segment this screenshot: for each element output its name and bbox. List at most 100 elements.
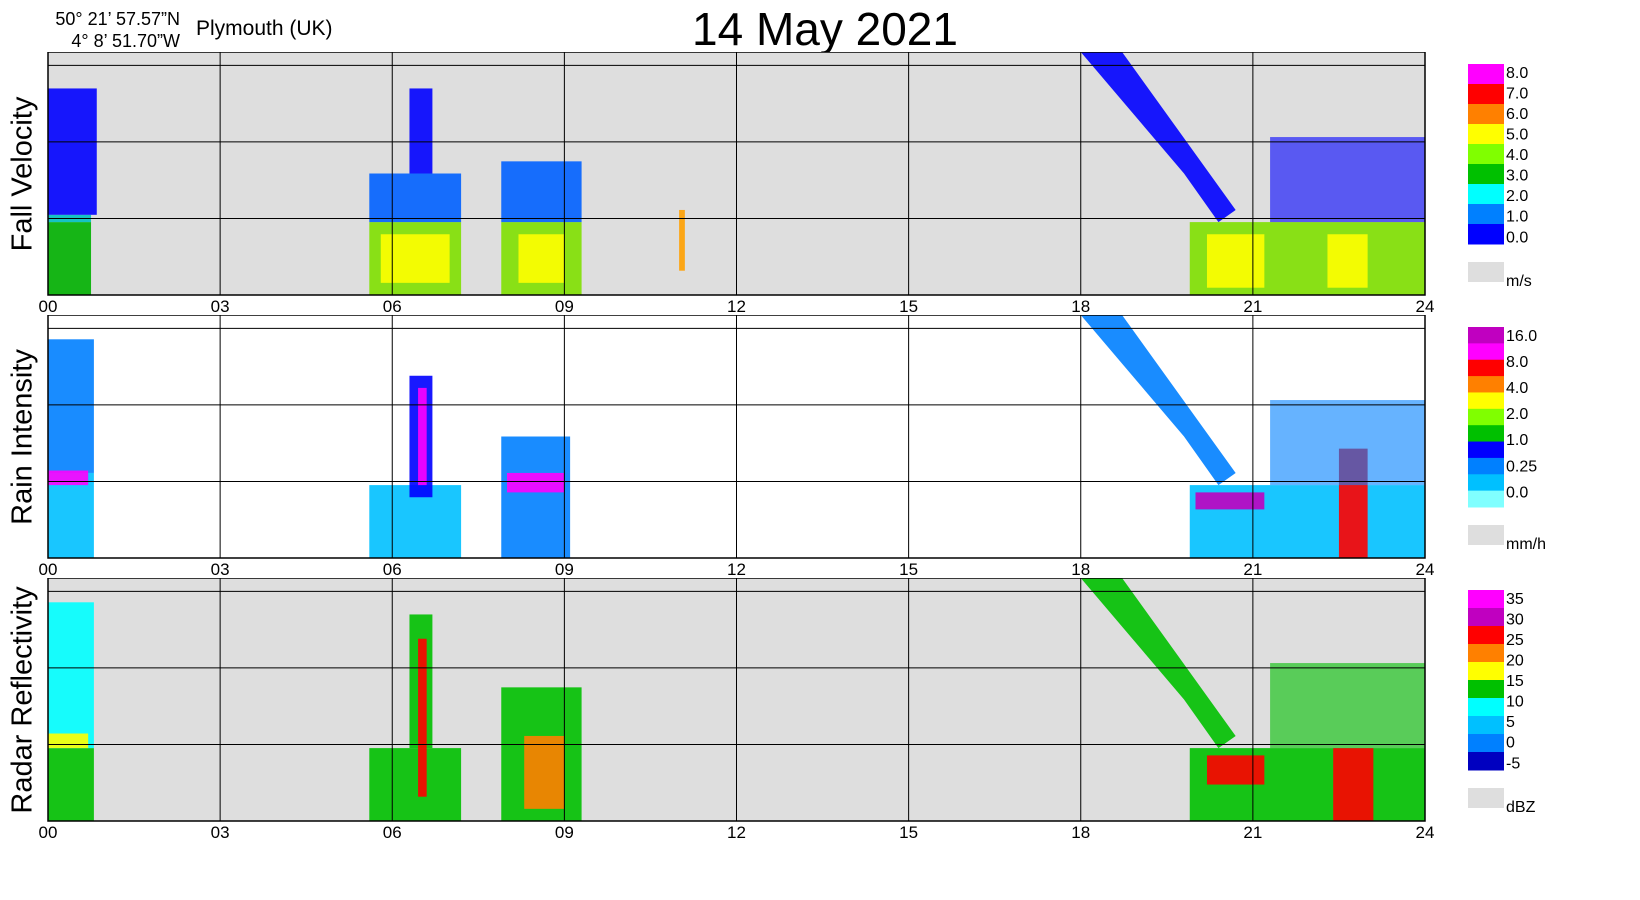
date-title: 14 May 2021: [692, 3, 958, 55]
colorbar-label: 0.0: [1506, 229, 1528, 246]
x-tick-label: 09: [555, 823, 574, 840]
no-data-swatch: [1468, 525, 1504, 545]
x-tick-label: 03: [211, 823, 230, 840]
colorbar-label: 20: [1506, 653, 1524, 670]
colorbar-swatch: [1468, 184, 1504, 205]
colorbar-swatch: [1468, 64, 1504, 85]
x-tick-label: 06: [383, 560, 402, 577]
x-tick-label: 24: [1416, 823, 1435, 840]
colorbar-swatch: [1468, 680, 1504, 699]
no-data-swatch: [1468, 262, 1504, 282]
colorbar-label: 16.0: [1506, 328, 1537, 345]
data-cell-13: [1327, 234, 1368, 288]
data-cell-0: [48, 222, 92, 295]
radar-reflectivity-panel: 00 03 06 09 12 15 18 21 24 35 30 25 20 15 10 5 0 -5 dBZ: [39, 578, 1536, 840]
colorbar-label: 2.0: [1506, 406, 1528, 423]
data-cell-11-b: [1270, 663, 1425, 749]
data-cell-2: [48, 733, 89, 749]
colorbar-swatch: [1468, 104, 1504, 125]
data-cell-14-b: [1270, 137, 1425, 223]
x-tick-label: 18: [1071, 560, 1090, 577]
data-cell-10: [1333, 748, 1374, 821]
x-tick-label: 12: [727, 823, 746, 840]
colorbar-swatch: [1468, 376, 1504, 393]
colorbar-label: 5: [1506, 714, 1515, 731]
x-tick-label: 06: [383, 823, 402, 840]
data-cell-9: [1206, 755, 1265, 785]
colorbar-swatch: [1468, 716, 1504, 735]
x-tick-label: 00: [39, 560, 58, 577]
data-cell-6: [501, 436, 571, 558]
data-cell-4: [380, 234, 450, 283]
data-cell-8: [518, 234, 565, 283]
colorbar-label: 3.0: [1506, 168, 1528, 185]
colorbar-swatch: [1468, 144, 1504, 165]
data-cell-1: [48, 602, 94, 749]
colorbar-swatch: [1468, 752, 1504, 771]
colorbar-swatch: [1468, 590, 1504, 609]
colorbar-swatch: [1468, 457, 1504, 475]
colorbar-swatch: [1468, 224, 1504, 245]
colorbar-label: 0: [1506, 735, 1515, 752]
data-cell-2: [48, 470, 89, 486]
data-cell-5: [418, 387, 427, 486]
x-tick-label: 09: [555, 560, 574, 577]
x-tick-label: 21: [1243, 823, 1262, 840]
colorbar-label: 35: [1506, 591, 1524, 608]
colorbar-label: 7.0: [1506, 86, 1528, 103]
colorbar-swatch: [1468, 204, 1504, 225]
x-tick-label: 03: [211, 560, 230, 577]
data-cell-2: [48, 88, 97, 215]
data-cell-11-b: [1270, 400, 1425, 486]
colorbar-swatch: [1468, 84, 1504, 105]
colorbar-swatch: [1468, 124, 1504, 145]
colorbar-swatch: [1468, 425, 1504, 443]
colorbar-swatch: [1468, 474, 1504, 492]
x-tick-label: 15: [899, 560, 918, 577]
colorbar-label: 2.0: [1506, 188, 1528, 205]
colorbar-swatch: [1468, 644, 1504, 663]
colorbar-label: 4.0: [1506, 380, 1528, 397]
colorbar-swatch: [1468, 734, 1504, 753]
colorbar-swatch: [1468, 327, 1504, 344]
x-tick-label: 24: [1416, 560, 1435, 577]
colorbar-swatch: [1468, 608, 1504, 627]
colorbar-label: 5.0: [1506, 127, 1528, 144]
x-tick-label: 06: [383, 297, 402, 314]
x-tick-label: 03: [211, 297, 230, 314]
colorbar-label: 4.0: [1506, 147, 1528, 164]
colorbar-swatch: [1468, 698, 1504, 717]
colorbar-unit: mm/h: [1506, 536, 1546, 553]
colorbar-swatch: [1468, 392, 1504, 410]
data-cell-3: [369, 748, 462, 821]
colorbar-swatch: [1468, 164, 1504, 185]
colorbar-swatch: [1468, 490, 1504, 508]
colorbar-swatch: [1468, 343, 1504, 361]
data-cell-5: [418, 638, 427, 797]
x-tick-label: 21: [1243, 560, 1262, 577]
x-tick-label: 24: [1416, 297, 1435, 314]
data-cell-10: [679, 209, 685, 271]
no-data-swatch: [1468, 788, 1504, 808]
colorbar-unit: m/s: [1506, 273, 1532, 290]
colorbar-label: 1.0: [1506, 209, 1528, 226]
x-tick-label: 00: [39, 297, 58, 314]
fall-velocity-panel: 00 03 06 09 12 15 18 21 24 8.0 7.0 6.0 5.0 4.0 3.0 2.0 1…: [39, 52, 1532, 314]
data-cell-9: [1195, 492, 1265, 510]
data-cell-7: [524, 735, 565, 809]
colorbar-label: 8.0: [1506, 65, 1528, 82]
data-cell-6: [409, 88, 433, 174]
x-tick-label: 15: [899, 823, 918, 840]
x-tick-label: 21: [1243, 297, 1262, 314]
x-tick-label: 18: [1071, 823, 1090, 840]
x-tick-label: 15: [899, 297, 918, 314]
colorbar-label: 8.0: [1506, 354, 1528, 371]
rain-intensity-panel: 00 03 06 09 12 15 18 21 24 16.0 8.0 4.0 2.0 1.0 0.25 0.…: [39, 315, 1546, 577]
colorbar-label: 15: [1506, 673, 1524, 690]
colorbar-label: 30: [1506, 612, 1524, 629]
colorbar-label: 0.25: [1506, 458, 1537, 475]
colorbar-swatch: [1468, 626, 1504, 645]
colorbar-label: -5: [1506, 755, 1520, 772]
x-tick-label: 09: [555, 297, 574, 314]
colorbar-unit: dBZ: [1506, 799, 1536, 816]
